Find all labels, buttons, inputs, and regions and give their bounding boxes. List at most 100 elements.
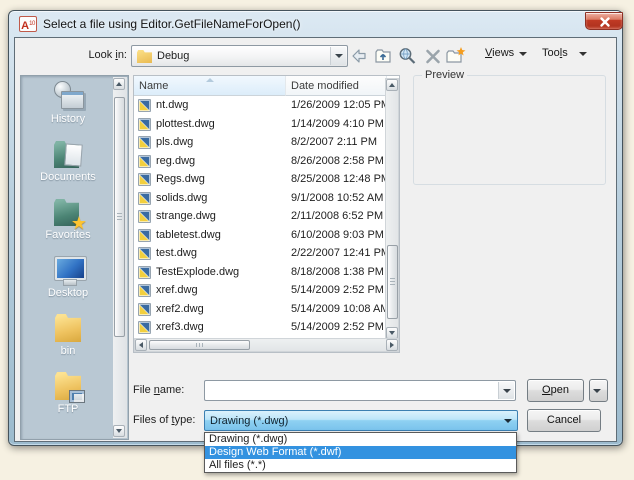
table-row[interactable]: solids.dwg 9/1/2008 10:52 AM bbox=[134, 190, 387, 209]
sidebar-item-icon bbox=[48, 138, 88, 170]
table-row[interactable]: xref.dwg 5/14/2009 2:52 PM bbox=[134, 282, 387, 301]
search-icon bbox=[397, 46, 419, 66]
up-one-level-button[interactable] bbox=[373, 46, 393, 66]
table-row[interactable]: reg.dwg 8/26/2008 2:58 PM bbox=[134, 153, 387, 172]
tools-menu-button[interactable]: Tools bbox=[542, 47, 568, 63]
dwg-file-icon bbox=[138, 210, 151, 223]
look-in-value: Debug bbox=[157, 50, 189, 62]
table-row[interactable]: TestExplode.dwg 8/18/2008 1:38 PM bbox=[134, 264, 387, 283]
sidebar-item-label: Desktop bbox=[22, 287, 114, 299]
dwg-file-icon bbox=[138, 229, 151, 242]
file-name-cell: solids.dwg bbox=[156, 192, 207, 204]
table-row[interactable]: nt.dwg 1/26/2009 12:05 PM bbox=[134, 97, 387, 116]
chevron-down-icon bbox=[504, 419, 512, 423]
scrollbar-thumb[interactable] bbox=[114, 97, 125, 337]
files-of-type-value: Drawing (*.dwg) bbox=[210, 415, 288, 427]
file-name-label: File name: bbox=[133, 384, 184, 396]
scrollbar-thumb[interactable] bbox=[149, 340, 250, 350]
delete-x-icon bbox=[423, 46, 443, 66]
date-modified-cell: 1/14/2009 4:10 PM bbox=[291, 118, 386, 130]
sidebar-item-icon bbox=[48, 370, 88, 402]
table-row[interactable]: tabletest.dwg 6/10/2008 9:03 PM bbox=[134, 227, 387, 246]
date-modified-cell: 8/25/2008 12:48 PM bbox=[291, 173, 386, 185]
sidebar-item[interactable]: Favorites bbox=[22, 196, 114, 242]
open-split-button[interactable] bbox=[589, 379, 608, 402]
type-option[interactable]: All files (*.*) bbox=[205, 459, 516, 472]
window-title: Select a file using Editor.GetFileNameFo… bbox=[43, 17, 300, 31]
table-row[interactable]: strange.dwg 2/11/2008 6:52 PM bbox=[134, 208, 387, 227]
preview-panel: Preview bbox=[413, 75, 606, 185]
places-sidebar: History Documents Favorites bbox=[20, 75, 129, 440]
scroll-up-arrow[interactable] bbox=[386, 79, 398, 91]
file-name-cell: plottest.dwg bbox=[156, 118, 215, 130]
file-name-cell: test.dwg bbox=[156, 247, 197, 259]
search-web-button[interactable] bbox=[397, 46, 417, 66]
list-vertical-scrollbar[interactable] bbox=[385, 78, 399, 340]
type-option[interactable]: Design Web Format (*.dwf) bbox=[205, 446, 516, 459]
dwg-file-icon bbox=[138, 136, 151, 149]
table-row[interactable]: xref2.dwg 5/14/2009 10:08 AM bbox=[134, 301, 387, 320]
sidebar-item[interactable]: bin bbox=[22, 312, 114, 358]
scroll-down-arrow[interactable] bbox=[113, 425, 125, 437]
file-name-cell: xref2.dwg bbox=[156, 303, 204, 315]
delete-button[interactable] bbox=[423, 46, 443, 66]
table-row[interactable]: pls.dwg 8/2/2007 2:11 PM bbox=[134, 134, 387, 153]
scroll-left-arrow[interactable] bbox=[135, 339, 147, 351]
scrollbar-thumb[interactable] bbox=[387, 245, 398, 319]
file-rows: nt.dwg 1/26/2009 12:05 PM plottest.dwg 1… bbox=[134, 96, 387, 340]
sidebar-item[interactable]: FTP bbox=[22, 370, 114, 416]
files-of-type-combo[interactable]: Drawing (*.dwg) bbox=[204, 410, 518, 431]
file-name-input[interactable] bbox=[208, 383, 496, 398]
new-folder-button[interactable] bbox=[445, 46, 465, 66]
sidebar-item[interactable]: Documents bbox=[22, 138, 114, 184]
views-menu-button[interactable]: Views bbox=[485, 47, 514, 63]
open-button[interactable]: Open bbox=[527, 379, 584, 402]
sidebar-scrollbar[interactable] bbox=[113, 77, 127, 438]
date-modified-cell: 2/11/2008 6:52 PM bbox=[291, 210, 386, 222]
files-of-type-dropdown-arrow[interactable] bbox=[500, 412, 516, 429]
file-name-cell: nt.dwg bbox=[156, 99, 188, 111]
date-modified-cell: 8/18/2008 1:38 PM bbox=[291, 266, 386, 278]
sidebar-item-icon bbox=[48, 80, 88, 112]
table-row[interactable]: plottest.dwg 1/14/2009 4:10 PM bbox=[134, 116, 387, 135]
file-name-dropdown-arrow[interactable] bbox=[498, 382, 514, 399]
chevron-down-icon bbox=[593, 389, 601, 393]
chevron-down-icon bbox=[335, 54, 343, 58]
desktop-background: A10 Select a file using Editor.GetFileNa… bbox=[0, 0, 634, 480]
type-option[interactable]: Drawing (*.dwg) bbox=[205, 433, 516, 446]
views-chevron-down-icon[interactable] bbox=[519, 52, 527, 56]
scroll-right-arrow[interactable] bbox=[386, 339, 398, 351]
sidebar-item-label: Favorites bbox=[22, 229, 114, 241]
dwg-file-icon bbox=[138, 266, 151, 279]
look-in-dropdown[interactable]: Debug bbox=[131, 45, 348, 67]
up-one-level-icon bbox=[373, 46, 393, 66]
table-row[interactable]: Regs.dwg 8/25/2008 12:48 PM bbox=[134, 171, 387, 190]
cancel-button[interactable]: Cancel bbox=[527, 409, 601, 432]
sidebar-item[interactable]: Desktop bbox=[22, 254, 114, 300]
scroll-up-arrow[interactable] bbox=[113, 78, 125, 90]
title-bar[interactable]: A10 Select a file using Editor.GetFileNa… bbox=[9, 11, 622, 37]
close-icon bbox=[598, 15, 612, 29]
list-header: Name Date modified bbox=[134, 76, 399, 96]
sidebar-item-icon bbox=[48, 196, 88, 228]
sidebar-item-label: Documents bbox=[22, 171, 114, 183]
look-in-dropdown-arrow[interactable] bbox=[330, 47, 346, 65]
column-header-date-modified[interactable]: Date modified bbox=[286, 76, 387, 96]
table-row[interactable]: test.dwg 2/22/2007 12:41 PM bbox=[134, 245, 387, 264]
dialog-client-area: Look in: Debug bbox=[14, 37, 617, 442]
preview-label: Preview bbox=[422, 69, 467, 81]
tools-chevron-down-icon[interactable] bbox=[579, 52, 587, 56]
file-name-cell: xref.dwg bbox=[156, 284, 198, 296]
table-row[interactable]: xref3.dwg 5/14/2009 2:52 PM bbox=[134, 319, 387, 338]
close-button[interactable] bbox=[585, 12, 623, 30]
file-name-cell: TestExplode.dwg bbox=[156, 266, 239, 278]
date-modified-cell: 5/14/2009 2:52 PM bbox=[291, 284, 386, 296]
sidebar-item-label: History bbox=[22, 113, 114, 125]
file-name-cell: xref3.dwg bbox=[156, 321, 204, 333]
files-of-type-label: Files of type: bbox=[133, 414, 195, 426]
list-horizontal-scrollbar[interactable] bbox=[134, 338, 399, 352]
date-modified-cell: 8/26/2008 2:58 PM bbox=[291, 155, 386, 167]
back-button[interactable] bbox=[349, 46, 369, 66]
sidebar-item[interactable]: History bbox=[22, 80, 114, 126]
column-header-name[interactable]: Name bbox=[134, 76, 286, 96]
